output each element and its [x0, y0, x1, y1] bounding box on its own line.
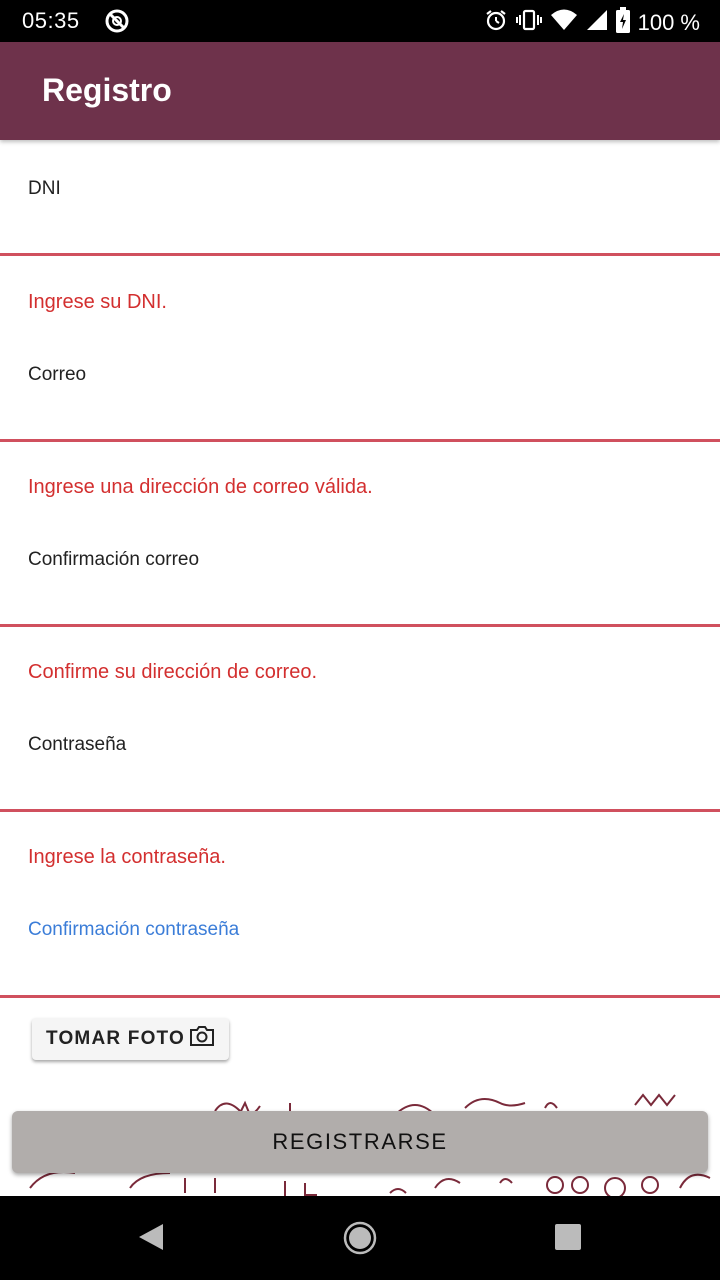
battery-percent: 100 % [637, 9, 700, 35]
take-photo-label: TOMAR FOTO [45, 1028, 186, 1049]
dni-field-label: DNI [28, 178, 61, 199]
dni-field[interactable]: DNI [0, 140, 720, 256]
vibrate-icon [515, 8, 542, 37]
password-field[interactable]: Contraseña [0, 627, 720, 812]
status-bar: 05:35 100 % [0, 0, 720, 42]
confirm-email-field[interactable]: Confirmación correo [0, 442, 720, 627]
password-field-label: Contraseña [28, 734, 127, 755]
back-icon[interactable] [137, 1222, 165, 1257]
confirm-password-field-label: Confirmación contraseña [28, 919, 240, 940]
status-time: 05:35 [22, 8, 80, 33]
navigation-bar [0, 1196, 720, 1280]
email-field[interactable]: Correo [0, 256, 720, 442]
confirm-email-field-label: Confirmación correo [28, 549, 200, 570]
alarm-icon [484, 8, 508, 37]
email-field-label: Correo [28, 364, 87, 385]
register-button-label: REGISTRARSE [272, 1129, 448, 1154]
register-button[interactable]: REGISTRARSE [12, 1111, 708, 1173]
home-icon[interactable] [343, 1221, 377, 1260]
page-title: Registro [42, 72, 172, 108]
confirm-password-field[interactable]: Confirmación contraseña [0, 812, 720, 998]
camera-icon [189, 1025, 215, 1053]
cell-signal-icon [586, 8, 608, 37]
battery-icon [615, 7, 630, 38]
do-not-disturb-icon [104, 8, 130, 39]
take-photo-button[interactable]: TOMAR FOTO [32, 1018, 229, 1060]
wifi-icon [550, 8, 578, 37]
registration-form: DNI [0, 140, 720, 256]
recents-icon[interactable] [554, 1223, 582, 1256]
app-bar: Registro [0, 42, 720, 140]
